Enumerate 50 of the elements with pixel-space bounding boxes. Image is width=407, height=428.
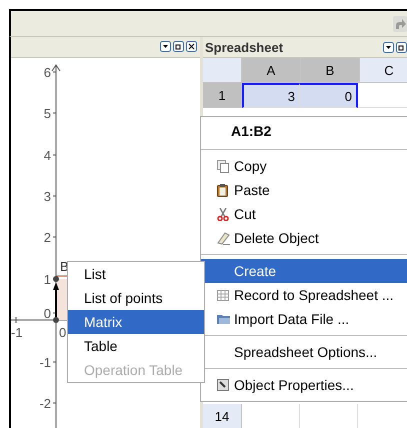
- menu-item[interactable]: Object Properties...: [201, 373, 407, 397]
- copy-icon: [217, 160, 229, 172]
- restore-icon[interactable]: [173, 41, 184, 52]
- properties-icon: [217, 379, 229, 391]
- menu-item[interactable]: Import Data File ...: [201, 307, 407, 331]
- menu-item[interactable]: Table: [68, 334, 204, 358]
- column-header[interactable]: C: [360, 58, 407, 83]
- axis-tick-label: 5: [44, 106, 51, 121]
- axis-tick-label: 1: [44, 272, 51, 287]
- column-header[interactable]: A: [242, 58, 301, 83]
- corner-cell: [203, 58, 242, 83]
- axis-tick-label: 6: [44, 64, 51, 80]
- axis-tick-label: -1: [11, 324, 23, 340]
- menu-item[interactable]: Delete Object: [201, 226, 407, 250]
- table-icon: [217, 290, 229, 300]
- row-header[interactable]: 14: [203, 404, 242, 428]
- axis-tick-label: 0: [44, 306, 51, 321]
- scissors-icon: [217, 208, 229, 220]
- menu-item[interactable]: Cut: [201, 202, 407, 226]
- restore-icon[interactable]: [396, 42, 407, 52]
- axis-tick-label: -2: [39, 396, 51, 411]
- row-header[interactable]: 1: [203, 83, 242, 108]
- menu-item: Operation Table: [83, 361, 184, 380]
- dropdown-icon[interactable]: [383, 42, 394, 52]
- axis-tick-label: 2: [44, 230, 51, 245]
- menu-item[interactable]: Create: [201, 259, 407, 283]
- folder-icon: [217, 313, 231, 325]
- eraser-icon: [217, 232, 230, 244]
- axis-tick-label: -1: [39, 354, 51, 370]
- axis-tick-label: 3: [44, 188, 51, 204]
- menu-item[interactable]: List of points: [68, 286, 204, 310]
- menu-item[interactable]: Record to Spreadsheet ...: [201, 283, 407, 307]
- panel-title: Spreadsheet: [205, 40, 284, 54]
- menu-item[interactable]: List: [68, 262, 204, 286]
- menu-item[interactable]: Paste: [201, 178, 407, 202]
- point: [53, 276, 59, 282]
- menu-item[interactable]: Spreadsheet Options...: [201, 340, 407, 364]
- table-cell: 3: [242, 83, 300, 108]
- menu-title: A1:B2: [230, 122, 272, 141]
- point: [53, 316, 59, 323]
- table-cell: 0: [300, 83, 358, 108]
- axis-tick-label: 0: [59, 324, 66, 340]
- menu-item[interactable]: Copy: [201, 154, 407, 178]
- axis-tick-label: 4: [44, 148, 51, 163]
- menu-item[interactable]: Matrix: [68, 310, 204, 334]
- vector-arrow: [53, 282, 59, 320]
- dropdown-icon[interactable]: [160, 41, 171, 52]
- clipboard-icon: [217, 184, 228, 196]
- column-header[interactable]: B: [301, 58, 360, 83]
- close-icon[interactable]: [186, 41, 197, 52]
